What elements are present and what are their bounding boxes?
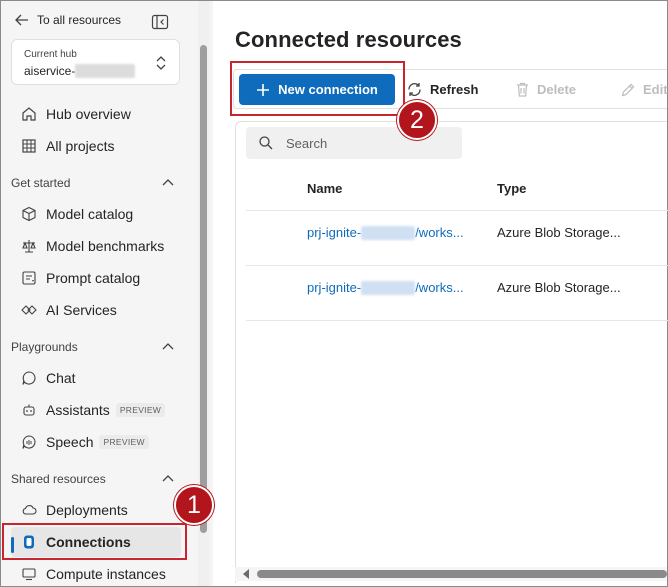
cube-icon (19, 204, 39, 224)
sidebar-item-label: Deployments (46, 502, 128, 518)
sidebar-item-label: Model benchmarks (46, 238, 165, 254)
home-icon (19, 104, 39, 124)
sidebar: To all resources Current hub aiservice- … (1, 1, 197, 586)
grid-icon (19, 136, 39, 156)
column-header-type[interactable]: Type (497, 181, 526, 196)
sidebar-item-label: Chat (46, 370, 76, 386)
chevron-up-icon (162, 475, 174, 482)
sidebar-item-label: Hub overview (46, 106, 131, 122)
scale-icon (19, 236, 39, 256)
collapse-sidebar-icon[interactable] (151, 13, 169, 31)
section-get-started[interactable]: Get started (11, 173, 181, 193)
row-divider (246, 265, 668, 266)
pencil-icon (621, 83, 635, 96)
column-header-name[interactable]: Name (307, 181, 342, 196)
sidebar-item-all-projects[interactable]: All projects (11, 131, 181, 161)
redacted-text (361, 280, 416, 295)
sidebar-scrollbar-thumb[interactable] (200, 45, 207, 533)
edit-button[interactable]: Edit (620, 74, 668, 105)
section-shared-resources[interactable]: Shared resources (11, 469, 181, 489)
redacted-hub-suffix (75, 64, 135, 78)
redacted-text (361, 225, 416, 240)
page-title: Connected resources (235, 27, 462, 52)
sidebar-item-label: Speech (46, 434, 94, 450)
hub-label: Current hub (24, 49, 77, 60)
search-input[interactable] (286, 135, 456, 151)
chevron-up-icon (162, 179, 174, 186)
highlight-box-connections (2, 523, 187, 560)
horizontal-scrollbar-thumb[interactable] (257, 570, 667, 578)
ai-services-icon (19, 300, 39, 320)
hub-selector[interactable]: Current hub aiservice- (11, 39, 180, 85)
sidebar-item-label: Prompt catalog (46, 270, 141, 286)
highlight-box-new-connection (230, 61, 405, 116)
chevron-up-down-icon (156, 56, 166, 70)
sidebar-item-chat[interactable]: Chat (11, 363, 181, 393)
step-marker-1: 1 (174, 485, 214, 525)
sidebar-item-label: All projects (46, 138, 115, 154)
sidebar-item-label: Model catalog (46, 206, 134, 222)
arrow-left-icon (15, 14, 28, 26)
connection-name-suffix: /works... (415, 280, 464, 295)
hub-name: aiservice- (24, 64, 76, 78)
back-link-label: To all resources (37, 13, 122, 27)
sidebar-item-compute-instances[interactable]: Compute instances (11, 559, 181, 587)
sidebar-item-speech[interactable]: Speech PREVIEW (11, 427, 181, 457)
sidebar-item-model-benchmarks[interactable]: Model benchmarks (11, 231, 181, 261)
sidebar-item-model-catalog[interactable]: Model catalog (11, 199, 181, 229)
sidebar-item-ai-services[interactable]: AI Services (11, 295, 181, 325)
preview-badge: PREVIEW (99, 435, 149, 449)
sidebar-item-assistants[interactable]: Assistants PREVIEW (11, 395, 181, 425)
preview-badge: PREVIEW (115, 403, 166, 417)
delete-label: Delete (537, 82, 577, 97)
speech-icon (19, 432, 39, 452)
back-to-resources-link[interactable]: To all resources (15, 13, 121, 27)
section-title: Shared resources (11, 472, 106, 486)
sidebar-item-label: Compute instances (46, 566, 166, 582)
chevron-up-icon (162, 343, 174, 350)
section-title: Playgrounds (11, 340, 78, 354)
connection-type: Azure Blob Storage... (497, 280, 621, 295)
section-playgrounds[interactable]: Playgrounds (11, 337, 181, 357)
header-divider (246, 210, 668, 211)
sidebar-item-label: AI Services (46, 302, 117, 318)
search-icon (259, 136, 273, 150)
assistant-icon (19, 400, 39, 420)
sidebar-item-deployments[interactable]: Deployments (11, 495, 181, 525)
connection-name-link[interactable]: prj-ignite- /works... (307, 280, 464, 295)
connection-name-link[interactable]: prj-ignite- /works... (307, 225, 464, 240)
prompt-icon (19, 268, 39, 288)
app-window: To all resources Current hub aiservice- … (1, 1, 668, 586)
step-marker-2: 2 (397, 100, 437, 140)
connection-name-prefix: prj-ignite- (307, 280, 362, 295)
connection-name-suffix: /works... (415, 225, 464, 240)
trash-icon (517, 82, 528, 97)
sidebar-item-label: Assistants (46, 402, 110, 418)
cloud-icon (19, 500, 39, 520)
sidebar-item-prompt-catalog[interactable]: Prompt catalog (11, 263, 181, 293)
connections-table-card: Name Type prj-ignite- /works... Azure Bl… (235, 121, 668, 583)
computer-icon (19, 564, 39, 584)
row-divider (246, 320, 668, 321)
edit-label: Edit (643, 82, 668, 97)
chat-icon (19, 368, 39, 388)
scroll-left-arrow-icon[interactable] (243, 569, 249, 579)
connection-type: Azure Blob Storage... (497, 225, 621, 240)
section-title: Get started (11, 176, 71, 190)
refresh-icon (408, 83, 421, 96)
refresh-label: Refresh (430, 82, 479, 97)
sidebar-item-hub-overview[interactable]: Hub overview (11, 99, 181, 129)
connection-name-prefix: prj-ignite- (307, 225, 362, 240)
delete-button[interactable]: Delete (515, 74, 576, 105)
